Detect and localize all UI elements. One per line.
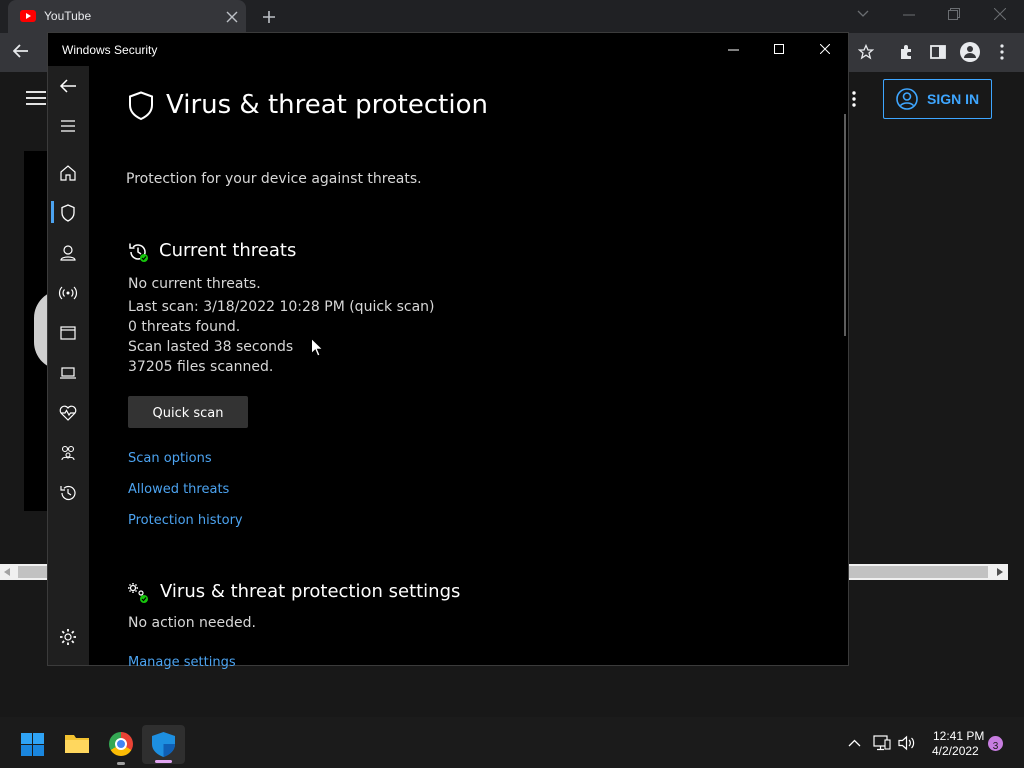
account-circle-icon — [896, 88, 918, 110]
window-title: Windows Security — [62, 43, 158, 57]
browser-minimize-icon[interactable] — [903, 14, 915, 16]
browser-tab-title: YouTube — [44, 9, 92, 23]
youtube-menu-icon[interactable] — [26, 90, 46, 106]
notification-count: 3 — [992, 741, 999, 752]
quick-scan-button[interactable]: Quick scan — [128, 396, 248, 428]
file-explorer-icon[interactable] — [64, 732, 90, 754]
scan-options-link[interactable]: Scan options — [128, 451, 212, 466]
tab-close-icon[interactable] — [226, 11, 238, 23]
network-icon[interactable] — [58, 283, 78, 303]
family-options-icon[interactable] — [58, 443, 78, 463]
allowed-threats-link[interactable]: Allowed threats — [128, 482, 229, 497]
current-threats-heading: Current threats — [159, 240, 297, 261]
minimize-icon[interactable] — [728, 49, 739, 51]
browser-menu-icon[interactable] — [1000, 44, 1004, 60]
network-tray-icon[interactable] — [873, 735, 891, 751]
files-scanned-text: 37205 files scanned. — [128, 359, 274, 375]
page-shield-icon — [129, 91, 153, 121]
page-title: Virus & threat protection — [166, 90, 488, 120]
sign-in-button[interactable]: SIGN IN — [883, 79, 992, 119]
home-icon[interactable] — [58, 163, 78, 183]
bookmark-star-icon[interactable] — [858, 44, 874, 60]
sign-in-label: SIGN IN — [927, 91, 980, 107]
quick-scan-label: Quick scan — [152, 406, 224, 421]
content-pane: Virus & threat protection Protection for… — [89, 66, 848, 670]
clock-time[interactable]: 12:41 PM — [933, 729, 984, 743]
hamburger-menu-icon[interactable] — [58, 116, 78, 136]
close-icon[interactable] — [820, 44, 830, 54]
show-hidden-icons-icon[interactable] — [848, 739, 861, 747]
volume-icon[interactable] — [898, 735, 916, 751]
side-panel-icon[interactable] — [930, 44, 946, 60]
shield-icon[interactable] — [58, 203, 78, 223]
browser-tab[interactable]: YouTube — [8, 0, 246, 33]
protection-history-icon[interactable] — [58, 483, 78, 503]
back-arrow-icon[interactable] — [58, 76, 78, 96]
clock-date[interactable]: 4/2/2022 — [932, 744, 979, 758]
chrome-running-indicator — [117, 762, 125, 765]
navigation-rail — [48, 66, 89, 665]
profile-avatar[interactable] — [960, 42, 980, 62]
device-health-icon[interactable] — [58, 403, 78, 423]
tab-search-icon[interactable] — [857, 10, 869, 18]
taskbar: 12:41 PM 4/2/2022 3 — [0, 717, 1024, 768]
browser-close-icon[interactable] — [994, 8, 1006, 20]
youtube-more-icon[interactable] — [852, 91, 856, 107]
active-app-indicator — [155, 760, 172, 763]
content-scrollbar-thumb[interactable] — [844, 114, 846, 336]
app-browser-icon[interactable] — [58, 323, 78, 343]
settings-gear-icon[interactable] — [58, 627, 78, 647]
account-icon[interactable] — [58, 243, 78, 263]
maximize-icon[interactable] — [774, 44, 784, 54]
start-windows-icon[interactable] — [21, 733, 44, 756]
window-titlebar[interactable]: Windows Security — [48, 33, 848, 66]
browser-restore-icon[interactable] — [948, 8, 960, 20]
windows-security-app-icon — [152, 732, 175, 757]
scan-duration-text: Scan lasted 38 seconds — [128, 339, 294, 355]
settings-status-text: No action needed. — [128, 615, 256, 631]
back-icon[interactable] — [13, 44, 29, 58]
youtube-favicon-icon — [20, 10, 36, 22]
settings-section-heading: Virus & threat protection settings — [160, 581, 461, 602]
profile-person-icon — [964, 46, 976, 58]
last-scan-text: Last scan: 3/18/2022 10:28 PM (quick sca… — [128, 299, 435, 315]
scroll-right-icon[interactable] — [997, 568, 1003, 576]
current-threats-icon — [129, 243, 148, 262]
windows-security-window: Windows Security Virus & threat protecti… — [47, 32, 849, 670]
windows-security-taskbar-button[interactable] — [142, 725, 185, 764]
threat-status-text: No current threats. — [128, 276, 261, 292]
threats-found-text: 0 threats found. — [128, 319, 241, 335]
protection-history-link[interactable]: Protection history — [128, 513, 243, 528]
mouse-cursor-icon — [311, 338, 323, 357]
page-subtitle: Protection for your device against threa… — [126, 171, 422, 187]
extensions-icon[interactable] — [898, 44, 914, 60]
manage-settings-link[interactable]: Manage settings — [128, 655, 236, 670]
chrome-icon[interactable] — [109, 732, 133, 756]
settings-gears-icon — [128, 583, 148, 603]
device-security-icon[interactable] — [58, 363, 78, 383]
new-tab-icon[interactable] — [262, 10, 276, 24]
notification-badge[interactable]: 3 — [988, 736, 1003, 752]
scroll-left-icon[interactable] — [4, 568, 10, 576]
nav-selection-indicator — [51, 201, 54, 223]
